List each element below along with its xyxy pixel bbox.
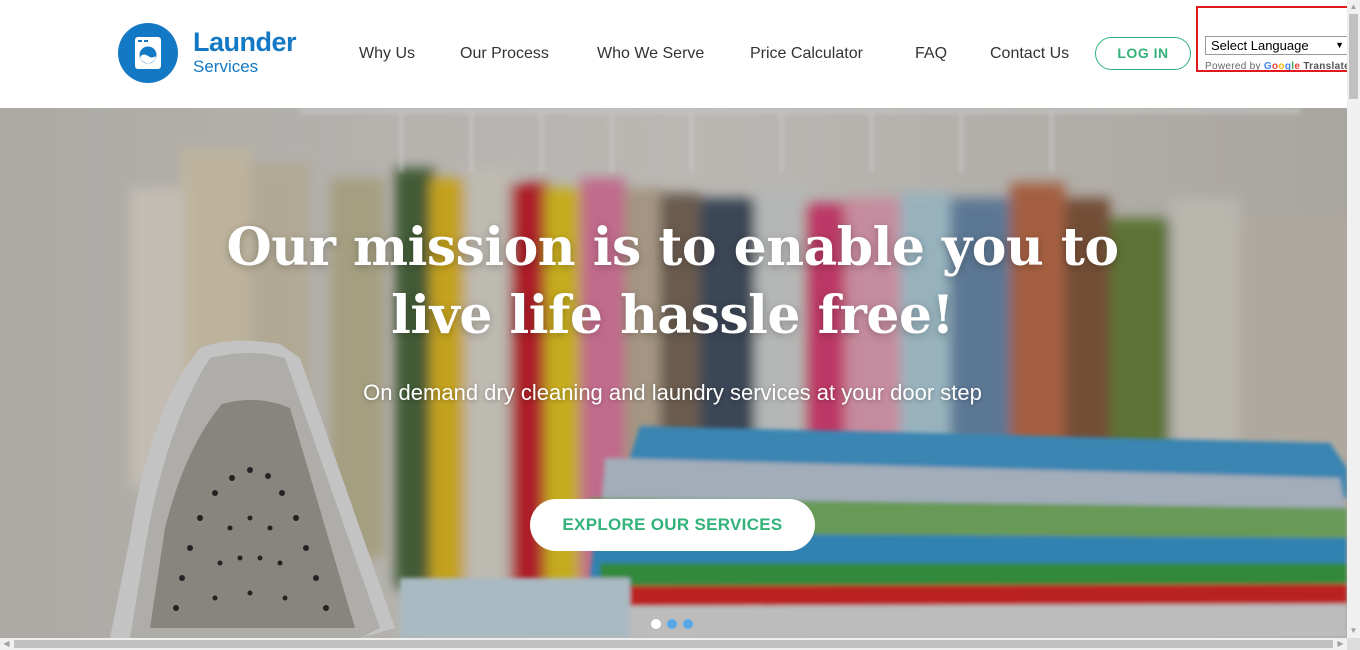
hero-title-line-2: live life hassle free! [391, 285, 954, 346]
horizontal-scrollbar[interactable]: ◀ ▶ [0, 638, 1347, 650]
language-select-value: Select Language [1211, 38, 1309, 53]
google-logo: Google [1263, 61, 1301, 72]
vertical-scroll-thumb[interactable] [1349, 14, 1358, 99]
hero-subtitle: On demand dry cleaning and laundry servi… [363, 380, 982, 405]
slide-dot-3[interactable] [683, 619, 693, 629]
powered-by-google[interactable]: Powered by Google Translate [1205, 61, 1350, 72]
brand-logo[interactable]: Launder Services [118, 22, 318, 84]
hero-title-line-1: Our mission is to enable you to [226, 217, 1119, 278]
nav-who-we-serve[interactable]: Who We Serve [597, 43, 704, 65]
scroll-down-icon[interactable]: ▼ [1347, 624, 1360, 637]
brand-tagline: Services [193, 57, 259, 76]
washing-machine-icon [118, 23, 178, 83]
explore-services-button[interactable]: EXPLORE OUR SERVICES [530, 499, 815, 551]
hero-background-image [0, 108, 1347, 638]
hero-banner: Our mission is to enable you to live lif… [0, 108, 1347, 638]
scroll-up-icon[interactable]: ▲ [1347, 0, 1360, 13]
slide-dot-2[interactable] [667, 619, 677, 629]
hero-title: Our mission is to enable you to live lif… [180, 214, 1165, 350]
translate-label: Translate [1303, 61, 1350, 72]
nav-why-us[interactable]: Why Us [359, 43, 415, 65]
dropdown-arrow-icon: ▼ [1335, 40, 1344, 50]
language-select[interactable]: Select Language ▼ [1205, 36, 1349, 55]
scrollbar-corner [1347, 638, 1360, 650]
vertical-scrollbar[interactable]: ▲ ▼ [1347, 0, 1360, 650]
brand-name: Launder [193, 27, 297, 57]
nav-our-process[interactable]: Our Process [460, 43, 549, 65]
scroll-right-icon[interactable]: ▶ [1334, 638, 1347, 650]
nav-faq[interactable]: FAQ [915, 43, 947, 65]
nav-contact-us[interactable]: Contact Us [990, 43, 1069, 65]
powered-by-label: Powered by [1205, 61, 1261, 72]
nav-price-calculator[interactable]: Price Calculator [750, 43, 863, 65]
login-button[interactable]: LOG IN [1095, 37, 1191, 70]
google-translate-widget: Select Language ▼ Powered by Google Tran… [1196, 6, 1352, 72]
site-header: Launder Services Why Us Our Process Who … [0, 0, 1352, 108]
slide-dot-1[interactable] [651, 619, 661, 629]
scroll-left-icon[interactable]: ◀ [0, 638, 13, 650]
horizontal-scroll-thumb[interactable] [14, 640, 1333, 648]
